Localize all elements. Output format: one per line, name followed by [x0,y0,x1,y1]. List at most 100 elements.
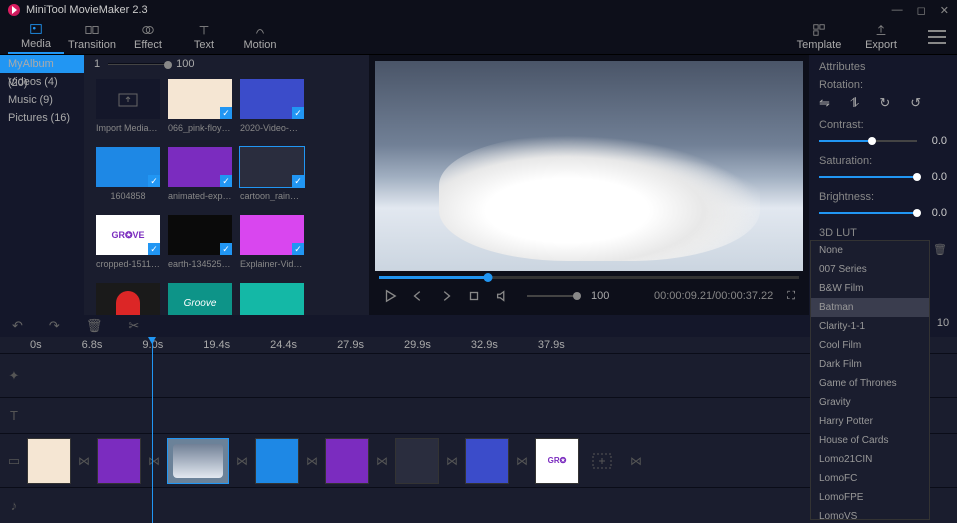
check-icon: ✓ [220,107,232,119]
lut-option[interactable]: LomoFPE [811,488,929,507]
maximize-button[interactable]: ◻ [917,4,926,17]
video-preview[interactable] [375,61,803,271]
transition-slot[interactable]: ⋈ [372,439,392,483]
tab-media[interactable]: Media [8,21,64,54]
tab-text[interactable]: Text [176,21,232,54]
play-button[interactable] [383,289,397,303]
prev-frame-button[interactable] [411,289,425,303]
transition-slot[interactable]: ⋈ [442,439,462,483]
tab-effect-label: Effect [134,39,162,51]
ruler-tick: 32.9s [471,339,498,351]
ruler-tick: 24.4s [270,339,297,351]
volume-icon[interactable] [495,289,509,303]
lut-option[interactable]: LomoVS [811,507,929,520]
export-label: Export [865,39,897,51]
minimize-button[interactable]: — [892,4,903,17]
media-item[interactable]: ✓Explainer-Video-Scrip... [238,215,306,277]
sidebar-item-myalbum[interactable]: MyAlbum (20) [0,55,84,73]
thumb-size-slider[interactable] [108,63,168,65]
transition-slot[interactable]: ⋈ [626,439,646,483]
media-label: cartoon_rain_cloud-t2 [240,191,304,201]
media-item[interactable]: ✓earth-1345257_640 [166,215,234,277]
brightness-slider[interactable] [819,212,917,214]
check-icon: ✓ [220,243,232,255]
lut-option[interactable]: 007 Series [811,260,929,279]
next-frame-button[interactable] [439,289,453,303]
rotate-ccw-icon[interactable]: ↺ [910,95,921,111]
check-icon: ✓ [148,175,160,187]
lut-option[interactable]: Gravity [811,393,929,412]
media-item[interactable]: ✓1604858 [94,147,162,209]
lut-option[interactable]: B&W Film [811,279,929,298]
saturation-slider[interactable] [819,176,917,178]
preview-panel: 100 00:00:09.21/00:00:37.22 ⛶ [369,55,809,315]
rotate-cw-icon[interactable]: ↻ [879,95,890,111]
fullscreen-button[interactable]: ⛶ [787,290,795,303]
template-button[interactable]: Template [791,21,847,54]
lut-option[interactable]: Game of Thrones [811,374,929,393]
title-bar: MiniTool MovieMaker 2.3 — ◻ ✕ [0,0,957,20]
transition-slot[interactable]: ⋈ [74,439,94,483]
lut-option[interactable]: Cool Film [811,336,929,355]
export-button[interactable]: Export [853,21,909,54]
cut-button[interactable]: ✂ [128,318,139,334]
timeline-clip[interactable] [396,439,438,483]
media-item[interactable] [94,283,162,315]
playhead[interactable] [152,337,153,523]
media-item[interactable]: ✓cartoon_rain_cloud-t2 [238,147,306,209]
rotation-label: Rotation: [819,79,947,91]
sidebar-item-music[interactable]: Music (9) [0,91,84,109]
menu-button[interactable] [925,30,949,44]
saturation-value: 0.0 [923,171,947,183]
media-label: 1604858 [110,191,145,201]
lut-option[interactable]: Harry Potter [811,412,929,431]
media-item[interactable]: ✓ 066_pink-floyd_wish-y... [166,79,234,141]
scrub-bar[interactable] [375,271,803,283]
delete-button[interactable]: 🗑 [86,318,103,334]
sidebar-item-pictures[interactable]: Pictures (16) [0,109,84,127]
text-track-icon: T [0,408,28,423]
lut-option[interactable]: None [811,241,929,260]
volume-slider[interactable] [527,295,577,297]
stop-button[interactable] [467,289,481,303]
flip-vertical-icon[interactable]: ⥮ [850,95,859,111]
tab-motion[interactable]: Motion [232,21,288,54]
ruler-tick: 0s [30,339,42,351]
lut-option[interactable]: Lomo21CIN [811,450,929,469]
timeline-clip[interactable] [28,439,70,483]
media-item[interactable]: Groove [166,283,234,315]
lut-option[interactable]: Dark Film [811,355,929,374]
transition-slot[interactable]: ⋈ [512,439,532,483]
timeline-clip[interactable] [326,439,368,483]
lut-option[interactable]: Batman [811,298,929,317]
timeline-clip[interactable] [256,439,298,483]
undo-button[interactable]: ↶ [12,318,23,334]
media-item[interactable]: GR✪VE✓cropped-1511941_980... [94,215,162,277]
tab-effect[interactable]: Effect [120,21,176,54]
transition-slot[interactable]: ⋈ [302,439,322,483]
timeline-clip[interactable]: GR✪ [536,439,578,483]
timeline-clip[interactable] [168,439,228,483]
lut-option[interactable]: LomoFC [811,469,929,488]
media-item[interactable] [238,283,306,315]
tab-transition[interactable]: Transition [64,21,120,54]
media-item[interactable]: ✓2020-Video-Marketing... [238,79,306,141]
media-label: 066_pink-floyd_wish-y... [168,123,232,133]
sidebar-item-videos[interactable]: Videos (4) [0,73,84,91]
media-item[interactable]: ✓animated-explainer-bl... [166,147,234,209]
contrast-slider[interactable] [819,140,917,142]
lut-option[interactable]: Clarity-1-1 [811,317,929,336]
flip-horizontal-icon[interactable]: ⇋ [819,95,830,111]
media-item[interactable]: Import Media Files [94,79,162,141]
timeline-clip[interactable] [466,439,508,483]
delete-lut-icon[interactable]: 🗑 [933,243,947,256]
transition-slot[interactable]: ⋈ [144,439,164,483]
add-clip-button[interactable] [582,439,622,483]
lut-option[interactable]: House of Cards [811,431,929,450]
check-icon: ✓ [292,107,304,119]
transition-slot[interactable]: ⋈ [232,439,252,483]
timeline-clip[interactable] [98,439,140,483]
redo-button[interactable]: ↷ [49,318,60,334]
close-button[interactable]: ✕ [940,4,949,17]
media-panel: 1 100 Import Media Files✓066_pink-floyd_… [84,55,369,315]
